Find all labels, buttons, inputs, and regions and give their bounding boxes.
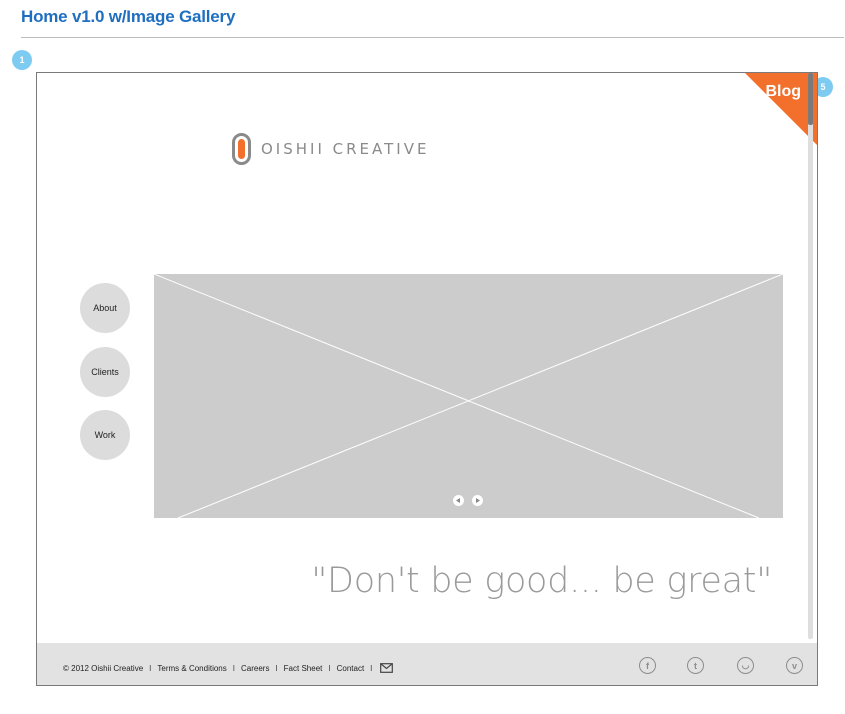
footer-separator: I	[232, 663, 235, 673]
footer-link-terms[interactable]: Terms & Conditions	[157, 664, 226, 673]
nav-work-button[interactable]: Work	[80, 410, 130, 460]
footer-links: © 2012 Oishii Creative I Terms & Conditi…	[63, 663, 394, 673]
scrollbar-thumb[interactable]	[808, 73, 813, 125]
logo-mark-inner	[238, 139, 245, 159]
tagline: "Don't be good... be great"	[311, 561, 772, 601]
footer-separator: I	[275, 663, 278, 673]
site-logo[interactable]: OISHII CREATIVE	[232, 133, 429, 165]
nav-about-button[interactable]: About	[80, 283, 130, 333]
footer-link-contact[interactable]: Contact	[337, 664, 365, 673]
blog-link[interactable]: Blog	[765, 83, 801, 101]
vertical-scrollbar[interactable]	[808, 73, 813, 639]
footer-separator: I	[149, 663, 152, 673]
footer-link-fact-sheet[interactable]: Fact Sheet	[284, 664, 323, 673]
arrow-right-icon	[476, 498, 480, 503]
footer-separator: I	[328, 663, 331, 673]
mail-icon[interactable]	[380, 663, 394, 673]
footer-link-careers[interactable]: Careers	[241, 664, 269, 673]
logo-text: OISHII CREATIVE	[261, 140, 430, 158]
image-gallery-placeholder	[154, 274, 783, 518]
image-placeholder-icon	[154, 274, 783, 518]
rss-icon[interactable]: ◡	[737, 657, 754, 674]
page-title: Home v1.0 w/Image Gallery	[21, 7, 236, 26]
facebook-icon[interactable]: f	[639, 657, 656, 674]
logo-mark-icon	[232, 133, 251, 165]
gallery-next-button[interactable]	[472, 495, 483, 506]
footer-separator: I	[370, 663, 373, 673]
arrow-left-icon	[456, 498, 460, 503]
vimeo-icon[interactable]: v	[786, 657, 803, 674]
nav-clients-button[interactable]: Clients	[80, 347, 130, 397]
title-divider	[21, 37, 844, 38]
browser-frame: Blog OISHII CREATIVE About Clients Work …	[36, 72, 818, 686]
twitter-icon[interactable]: t	[687, 657, 704, 674]
site-footer: © 2012 Oishii Creative I Terms & Conditi…	[37, 643, 817, 685]
annotation-marker-1: 1	[12, 50, 32, 70]
footer-copyright: © 2012 Oishii Creative	[63, 663, 144, 673]
gallery-prev-button[interactable]	[453, 495, 464, 506]
